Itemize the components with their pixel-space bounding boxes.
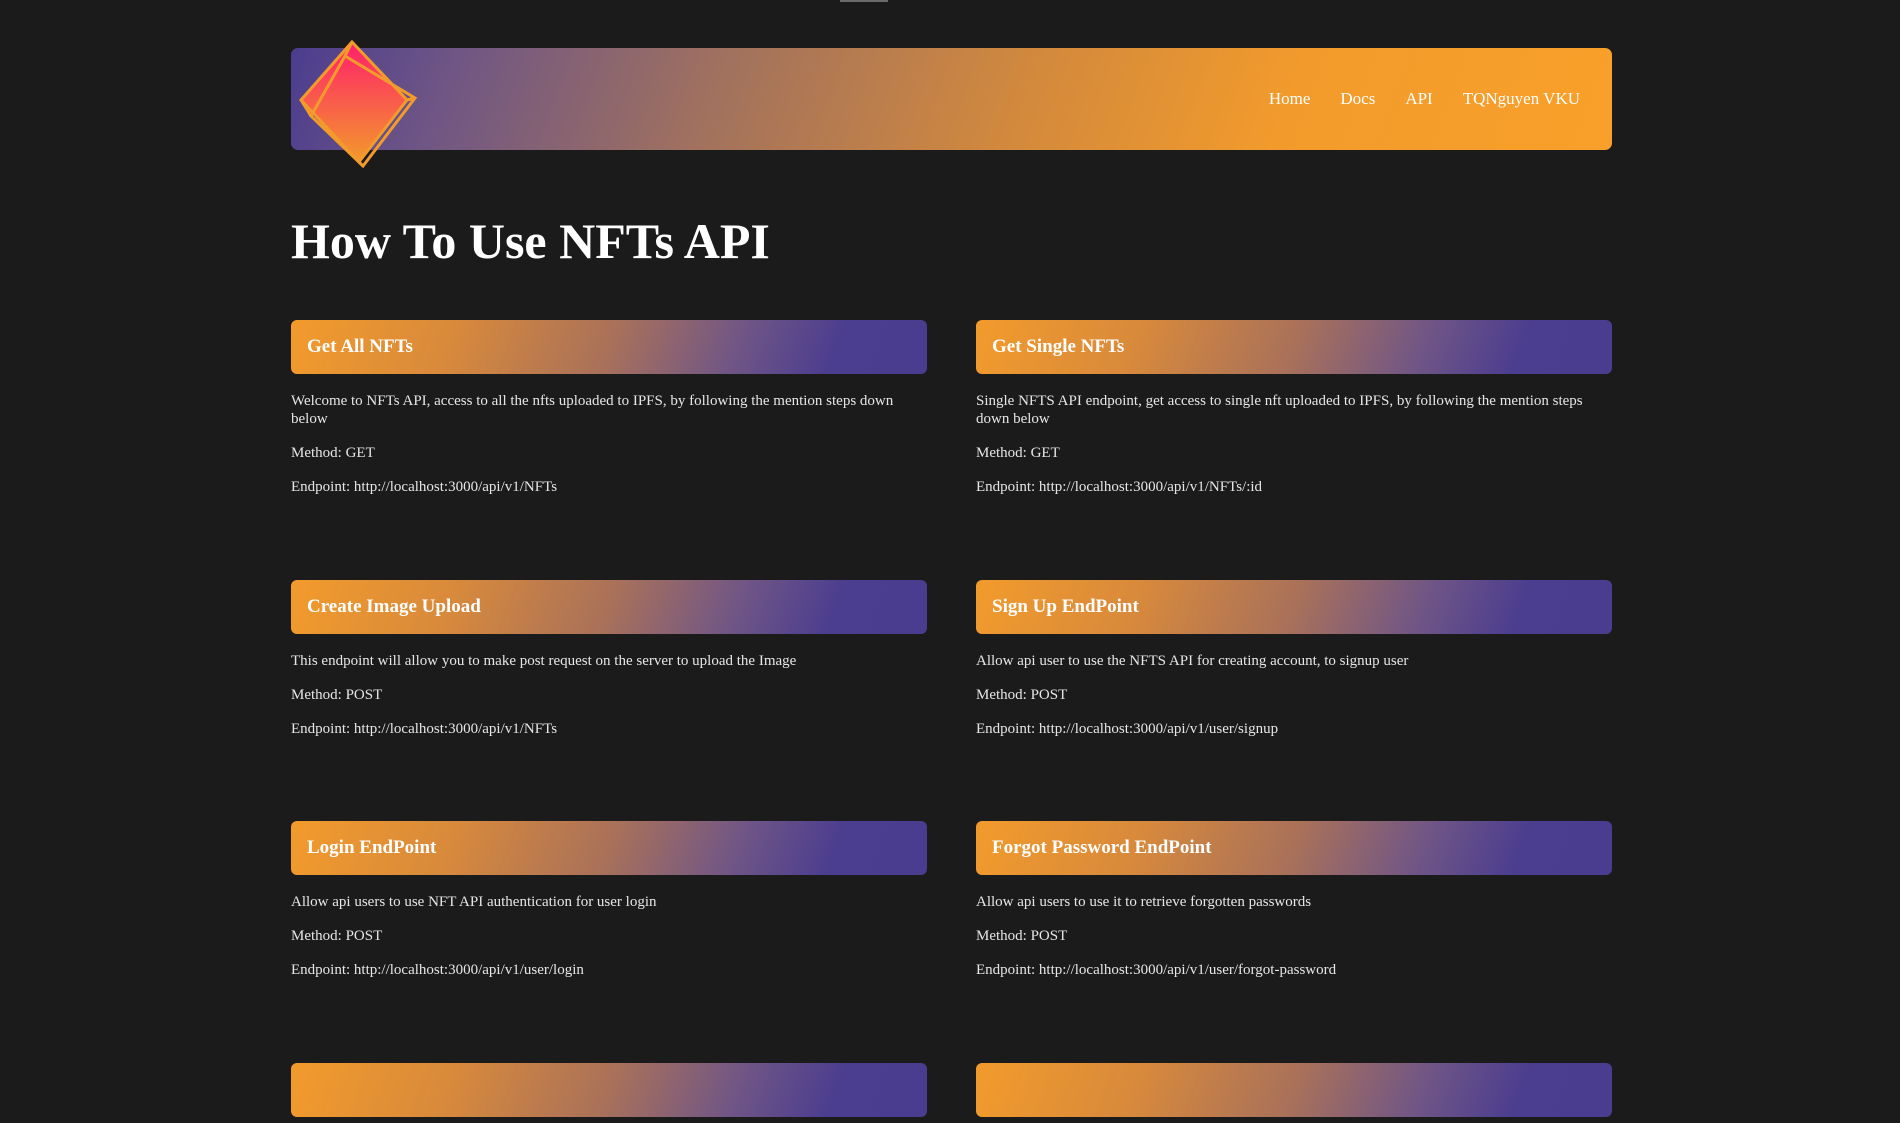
- site-header: Home Docs API TQNguyen VKU: [291, 39, 1612, 168]
- card-header: [976, 1063, 1612, 1117]
- card-method: Method: POST: [291, 687, 383, 703]
- card-endpoint: Endpoint: http://localhost:3000/api/v1/N…: [291, 721, 558, 737]
- card-endpoint: Endpoint: http://localhost:3000/api/v1/N…: [976, 479, 1263, 495]
- endpoint-card: Create Image Upload This endpoint will a…: [291, 580, 927, 821]
- endpoint-cards: Get All NFTs Welcome to NFTs API, access…: [291, 320, 1612, 1123]
- card-description: Allow api user to use the NFTS API for c…: [976, 653, 1409, 669]
- card-title: Get Single NFTs: [992, 336, 1125, 357]
- card-description: Allow api users to use it to retrieve fo…: [976, 894, 1312, 910]
- card-body: Allow api users to use it to retrieve fo…: [976, 875, 1612, 979]
- endpoint-card-partial: [291, 1063, 927, 1123]
- card-title: Login EndPoint: [307, 837, 437, 858]
- endpoint-card: Sign Up EndPoint Allow api user to use t…: [976, 580, 1612, 821]
- card-endpoint: Endpoint: http://localhost:3000/api/v1/u…: [976, 721, 1279, 737]
- card-endpoint: Endpoint: http://localhost:3000/api/v1/u…: [976, 962, 1337, 978]
- card-method: Method: POST: [291, 928, 383, 944]
- card-title: Get All NFTs: [307, 336, 413, 357]
- card-header: Create Image Upload: [291, 580, 927, 634]
- card-method: Method: POST: [976, 928, 1068, 944]
- cube-logo-icon[interactable]: [297, 38, 421, 168]
- card-description: This endpoint will allow you to make pos…: [291, 653, 797, 669]
- nav-user-link[interactable]: TQNguyen VKU: [1463, 89, 1580, 109]
- card-body: Allow api user to use the NFTS API for c…: [976, 634, 1612, 738]
- nav-docs-link[interactable]: Docs: [1340, 89, 1375, 109]
- endpoint-card: Get All NFTs Welcome to NFTs API, access…: [291, 320, 927, 580]
- card-body: Welcome to NFTs API, access to all the n…: [291, 374, 927, 496]
- card-body: This endpoint will allow you to make pos…: [291, 634, 927, 738]
- card-body: Single NFTS API endpoint, get access to …: [976, 374, 1612, 496]
- card-description: Welcome to NFTs API, access to all the n…: [291, 393, 894, 427]
- endpoint-card: Login EndPoint Allow api users to use NF…: [291, 821, 927, 1063]
- endpoint-card-partial: [976, 1063, 1612, 1123]
- nav-api-link[interactable]: API: [1405, 89, 1432, 109]
- card-method: Method: GET: [291, 445, 375, 461]
- endpoint-card: Forgot Password EndPoint Allow api users…: [976, 821, 1612, 1063]
- card-endpoint: Endpoint: http://localhost:3000/api/v1/N…: [291, 479, 558, 495]
- main-nav: Home Docs API TQNguyen VKU: [1269, 48, 1580, 150]
- card-method: Method: GET: [976, 445, 1060, 461]
- card-description: Single NFTS API endpoint, get access to …: [976, 393, 1583, 427]
- card-header: Forgot Password EndPoint: [976, 821, 1612, 875]
- card-header: Login EndPoint: [291, 821, 927, 875]
- nav-home-link[interactable]: Home: [1269, 89, 1311, 109]
- page-title: How To Use NFTs API: [291, 213, 770, 269]
- card-title: Sign Up EndPoint: [992, 596, 1139, 617]
- card-header: [291, 1063, 927, 1117]
- card-header: Sign Up EndPoint: [976, 580, 1612, 634]
- endpoint-card: Get Single NFTs Single NFTS API endpoint…: [976, 320, 1612, 580]
- card-title: Create Image Upload: [307, 596, 481, 617]
- card-description: Allow api users to use NFT API authentic…: [291, 894, 657, 910]
- card-method: Method: POST: [976, 687, 1068, 703]
- scroll-indicator: [840, 0, 888, 2]
- card-header: Get All NFTs: [291, 320, 927, 374]
- card-body: Allow api users to use NFT API authentic…: [291, 875, 927, 979]
- card-title: Forgot Password EndPoint: [992, 837, 1212, 858]
- card-header: Get Single NFTs: [976, 320, 1612, 374]
- card-endpoint: Endpoint: http://localhost:3000/api/v1/u…: [291, 962, 584, 978]
